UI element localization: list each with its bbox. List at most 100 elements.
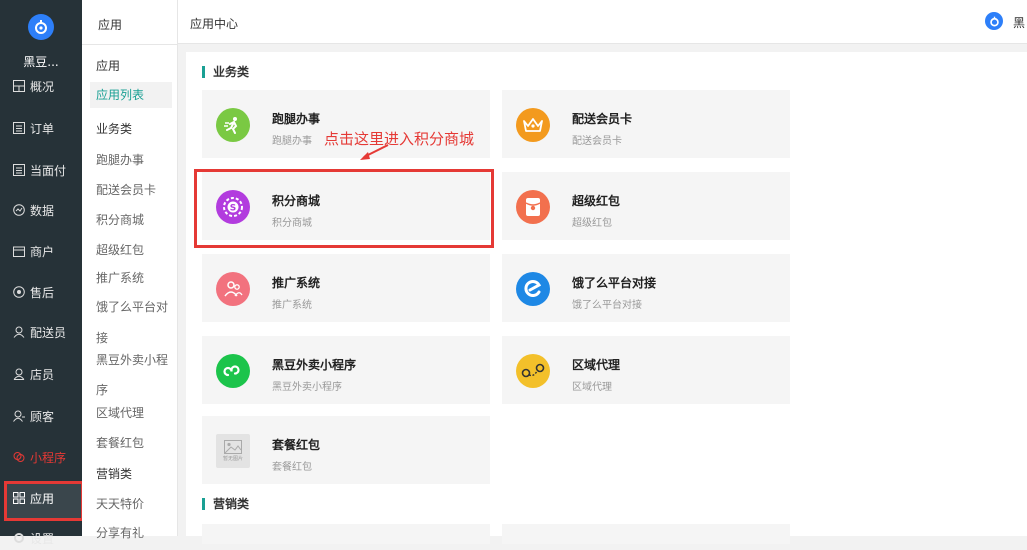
red-packet-icon — [516, 190, 550, 224]
app-card-name: 配送会员卡 — [572, 112, 633, 126]
app-center-panel: 业务类 跑腿办事 跑腿办事 配送会员卡 配送会员卡 S 积分商城 积分商城 超级… — [186, 52, 1027, 544]
sidebar-item-data[interactable]: 数据 — [12, 198, 54, 222]
sidebar-item-customers[interactable]: 顾客 — [12, 404, 54, 428]
main-sidebar: 黑豆... 概况 订单 当面付 数据 商户 售后 配送员 店员 顾客 小程序 应… — [0, 0, 84, 546]
sidebar-item-label: 订单 — [30, 121, 55, 136]
submenu-item-delivery-card[interactable]: 配送会员卡 — [96, 181, 156, 198]
app-card-eleme[interactable]: 饿了么平台对接 饿了么平台对接 — [502, 254, 790, 322]
section-title-business: 业务类 — [202, 66, 249, 78]
sidebar-item-label: 售后 — [30, 285, 55, 300]
app-card-desc: 黑豆外卖小程序 — [272, 382, 342, 393]
location-route-icon — [516, 354, 550, 388]
app-card-delivery-card[interactable]: 配送会员卡 配送会员卡 — [502, 90, 790, 158]
app-card-partial[interactable] — [502, 524, 790, 544]
sidebar-item-label: 店员 — [30, 367, 55, 382]
eleme-icon — [516, 272, 550, 306]
sidebar-item-label: 概况 — [30, 79, 55, 94]
submenu-item-share-gift[interactable]: 分享有礼 — [96, 524, 144, 541]
image-placeholder-icon: 暂无图片 — [216, 434, 250, 468]
order-list-icon — [12, 121, 26, 135]
brand-logo-icon[interactable] — [28, 14, 54, 40]
submenu-group-label: 业务类 — [96, 122, 133, 136]
app-card-name: 跑腿办事 — [272, 112, 321, 126]
app-card-desc: 推广系统 — [272, 300, 312, 311]
customer-icon — [12, 409, 26, 423]
sidebar-item-overview[interactable]: 概况 — [12, 74, 54, 98]
app-card-desc: 区域代理 — [572, 382, 612, 393]
submenu-item-regional-agent[interactable]: 区域代理 — [96, 404, 144, 421]
submenu-item-eleme[interactable]: 饿了么平台对 — [96, 298, 168, 315]
courier-icon — [12, 325, 26, 339]
page-title: 应用中心 — [190, 17, 239, 31]
sidebar-item-label: 设置 — [30, 531, 55, 546]
submenu-item-super-red-packet[interactable]: 超级红包 — [96, 241, 144, 258]
submenu-item-points-mall[interactable]: 积分商城 — [96, 211, 144, 228]
submenu-item-heidou-mini-wrap[interactable]: 序 — [96, 381, 108, 398]
app-card-name: 区域代理 — [572, 358, 621, 372]
app-card-heidou-mini-program[interactable]: 黑豆外卖小程序 黑豆外卖小程序 — [202, 336, 490, 404]
points-mall-highlight-box — [194, 169, 494, 248]
promotion-people-icon — [216, 272, 250, 306]
submenu-item-promotion[interactable]: 推广系统 — [96, 269, 144, 286]
dashboard-icon — [12, 79, 26, 93]
active-item-highlight-box — [4, 481, 84, 521]
app-submenu: 应用 应用 应用列表 业务类 跑腿办事 配送会员卡 积分商城 超级红包 推广系统… — [82, 0, 178, 540]
sidebar-item-mini-program[interactable]: 小程序 — [12, 445, 66, 469]
sidebar-item-merchants[interactable]: 商户 — [12, 239, 54, 263]
submenu-group-label: 营销类 — [96, 467, 133, 481]
shop-icon — [12, 244, 26, 258]
sidebar-item-label: 当面付 — [30, 163, 67, 178]
sidebar-item-orders[interactable]: 订单 — [12, 116, 54, 140]
app-card-name: 套餐红包 — [272, 438, 321, 452]
placeholder-text: 暂无图片 — [222, 456, 243, 462]
mini-program-icon — [12, 450, 26, 464]
app-card-desc: 套餐红包 — [272, 462, 312, 473]
annotation-text: 点击这里进入积分商城 — [324, 130, 475, 148]
app-card-desc: 饿了么平台对接 — [572, 300, 642, 311]
wechat-mini-program-icon — [216, 354, 250, 388]
sidebar-item-label: 小程序 — [30, 450, 67, 465]
user-name[interactable]: 黑 — [1013, 14, 1027, 31]
running-man-icon — [216, 108, 250, 142]
submenu-header: 应用 — [98, 18, 123, 32]
submenu-item-daily-special[interactable]: 天天特价 — [96, 495, 144, 512]
data-icon — [12, 203, 26, 217]
annotation-arrow-icon — [360, 144, 389, 160]
app-card-name: 超级红包 — [572, 194, 621, 208]
user-avatar-icon[interactable] — [985, 12, 1003, 30]
sidebar-item-label: 配送员 — [30, 325, 67, 340]
sidebar-item-aftersale[interactable]: 售后 — [12, 280, 54, 304]
sidebar-item-label: 顾客 — [30, 409, 55, 424]
app-card-regional-agent[interactable]: 区域代理 区域代理 — [502, 336, 790, 404]
app-card-package-red-packet[interactable]: 暂无图片 套餐红包 套餐红包 — [202, 416, 490, 484]
app-card-partial[interactable] — [202, 524, 490, 544]
app-card-name: 推广系统 — [272, 276, 321, 290]
app-card-name: 黑豆外卖小程序 — [272, 358, 357, 372]
app-card-desc: 配送会员卡 — [572, 136, 622, 147]
sidebar-item-label: 商户 — [30, 244, 55, 259]
app-card-name: 饿了么平台对接 — [572, 276, 657, 290]
sidebar-item-couriers[interactable]: 配送员 — [12, 320, 66, 344]
settings-icon — [12, 531, 26, 545]
submenu-item-heidou-mini[interactable]: 黑豆外卖小程 — [96, 351, 168, 368]
brand-name: 黑豆... — [23, 55, 59, 69]
section-title-marketing: 营销类 — [202, 498, 249, 510]
submenu-item-eleme-wrap[interactable]: 接 — [96, 329, 108, 346]
payment-icon — [12, 163, 26, 177]
submenu-item-package-red-packet[interactable]: 套餐红包 — [96, 434, 144, 451]
top-header: 应用中心 黑 — [178, 0, 1027, 44]
sidebar-item-label: 数据 — [30, 203, 55, 218]
app-card-promotion[interactable]: 推广系统 推广系统 — [202, 254, 490, 322]
submenu-item-app-list[interactable]: 应用列表 — [90, 82, 172, 108]
submenu-group-label: 应用 — [96, 59, 121, 73]
app-card-desc: 超级红包 — [572, 218, 612, 229]
sidebar-item-settings[interactable]: 设置 — [12, 526, 54, 550]
clerk-icon — [12, 367, 26, 381]
sidebar-item-facepay[interactable]: 当面付 — [12, 158, 66, 182]
crown-icon — [516, 108, 550, 142]
app-card-super-red-packet[interactable]: 超级红包 超级红包 — [502, 172, 790, 240]
submenu-item-errand[interactable]: 跑腿办事 — [96, 151, 144, 168]
app-card-desc: 跑腿办事 — [272, 136, 312, 147]
sidebar-item-clerks[interactable]: 店员 — [12, 362, 54, 386]
after-sale-icon — [12, 285, 26, 299]
